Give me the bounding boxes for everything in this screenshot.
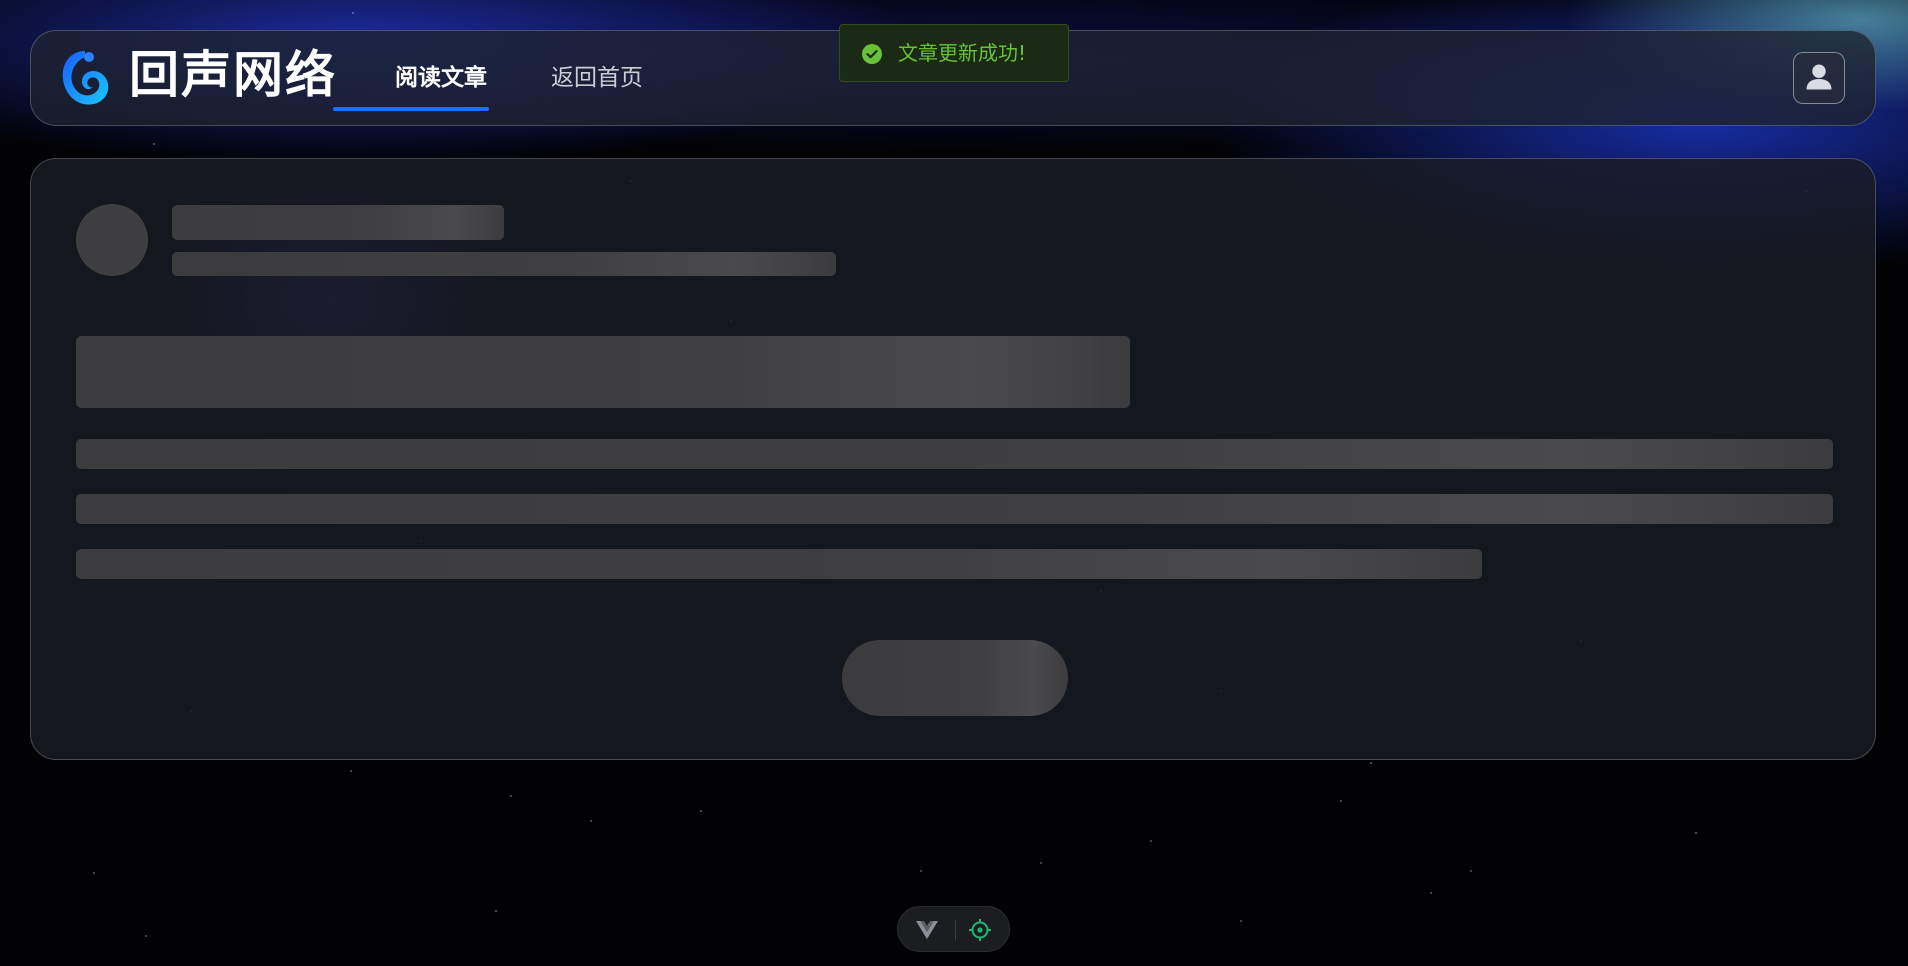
brand-name: 回声网络 bbox=[129, 46, 337, 104]
article-loading-card bbox=[30, 158, 1876, 760]
tab-read-article[interactable]: 阅读文章 bbox=[363, 63, 519, 93]
skeleton-text-line bbox=[76, 494, 1833, 524]
user-avatar-button[interactable] bbox=[1793, 52, 1845, 104]
toolbar-divider bbox=[955, 920, 956, 940]
skeleton-action-button bbox=[842, 640, 1068, 716]
target-inspector-icon[interactable] bbox=[968, 918, 992, 942]
skeleton-author-name bbox=[172, 205, 504, 240]
skeleton-article-title bbox=[76, 336, 1130, 408]
skeleton-article-meta bbox=[172, 252, 836, 276]
dev-toolbar bbox=[897, 906, 1010, 952]
skeleton-text-line bbox=[76, 439, 1833, 469]
active-tab-indicator bbox=[333, 107, 489, 111]
success-toast: 文章更新成功! bbox=[839, 24, 1069, 82]
tab-back-home[interactable]: 返回首页 bbox=[519, 63, 675, 93]
user-icon bbox=[1806, 64, 1832, 90]
toast-message: 文章更新成功! bbox=[898, 41, 1027, 65]
vue-devtools-icon[interactable] bbox=[915, 919, 939, 941]
swirl-logo-icon[interactable] bbox=[59, 49, 111, 109]
check-circle-icon bbox=[862, 44, 882, 64]
skeleton-author-avatar bbox=[76, 204, 148, 276]
skeleton-text-line bbox=[76, 549, 1482, 579]
